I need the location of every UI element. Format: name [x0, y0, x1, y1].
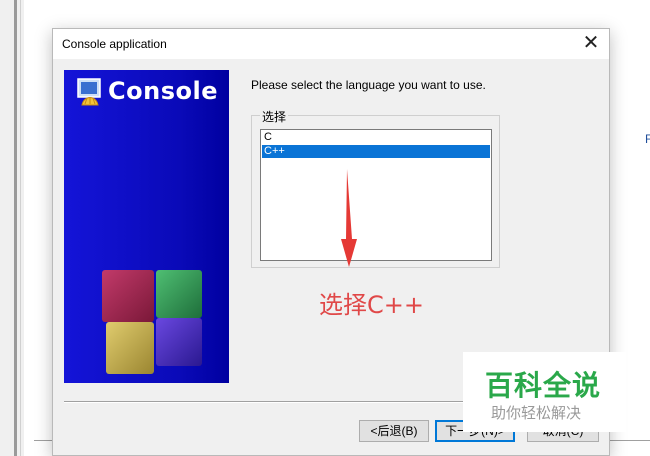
list-item-c[interactable]: C [262, 131, 490, 144]
watermark-overlay: 百科全说 助你轻松解决 [463, 352, 626, 432]
wizard-banner: Console [64, 70, 229, 383]
cubes-logo-icon [102, 270, 202, 374]
banner-title: Console [108, 77, 218, 105]
watermark-brand: 百科全说 [485, 369, 602, 402]
back-button[interactable]: <后退(B) [359, 420, 429, 442]
annotation-arrow-icon [341, 169, 357, 267]
background-window-edge [0, 0, 24, 456]
list-item-cpp[interactable]: C++ [262, 145, 490, 158]
dialog-titlebar: Console application ✕ [53, 29, 609, 59]
dialog-title: Console application [62, 37, 167, 51]
background-divider [20, 0, 21, 456]
console-app-icon [77, 78, 101, 106]
background-link-glyph: F [645, 132, 650, 146]
instruction-text: Please select the language you want to u… [251, 78, 486, 92]
close-icon[interactable]: ✕ [581, 32, 601, 54]
annotation-text: 选择C++ [319, 291, 424, 319]
language-listbox[interactable]: C C++ [260, 129, 492, 261]
background-scrollbar [14, 0, 17, 456]
watermark-slogan: 助你轻松解决 [491, 404, 582, 422]
group-label: 选择 [260, 108, 289, 125]
